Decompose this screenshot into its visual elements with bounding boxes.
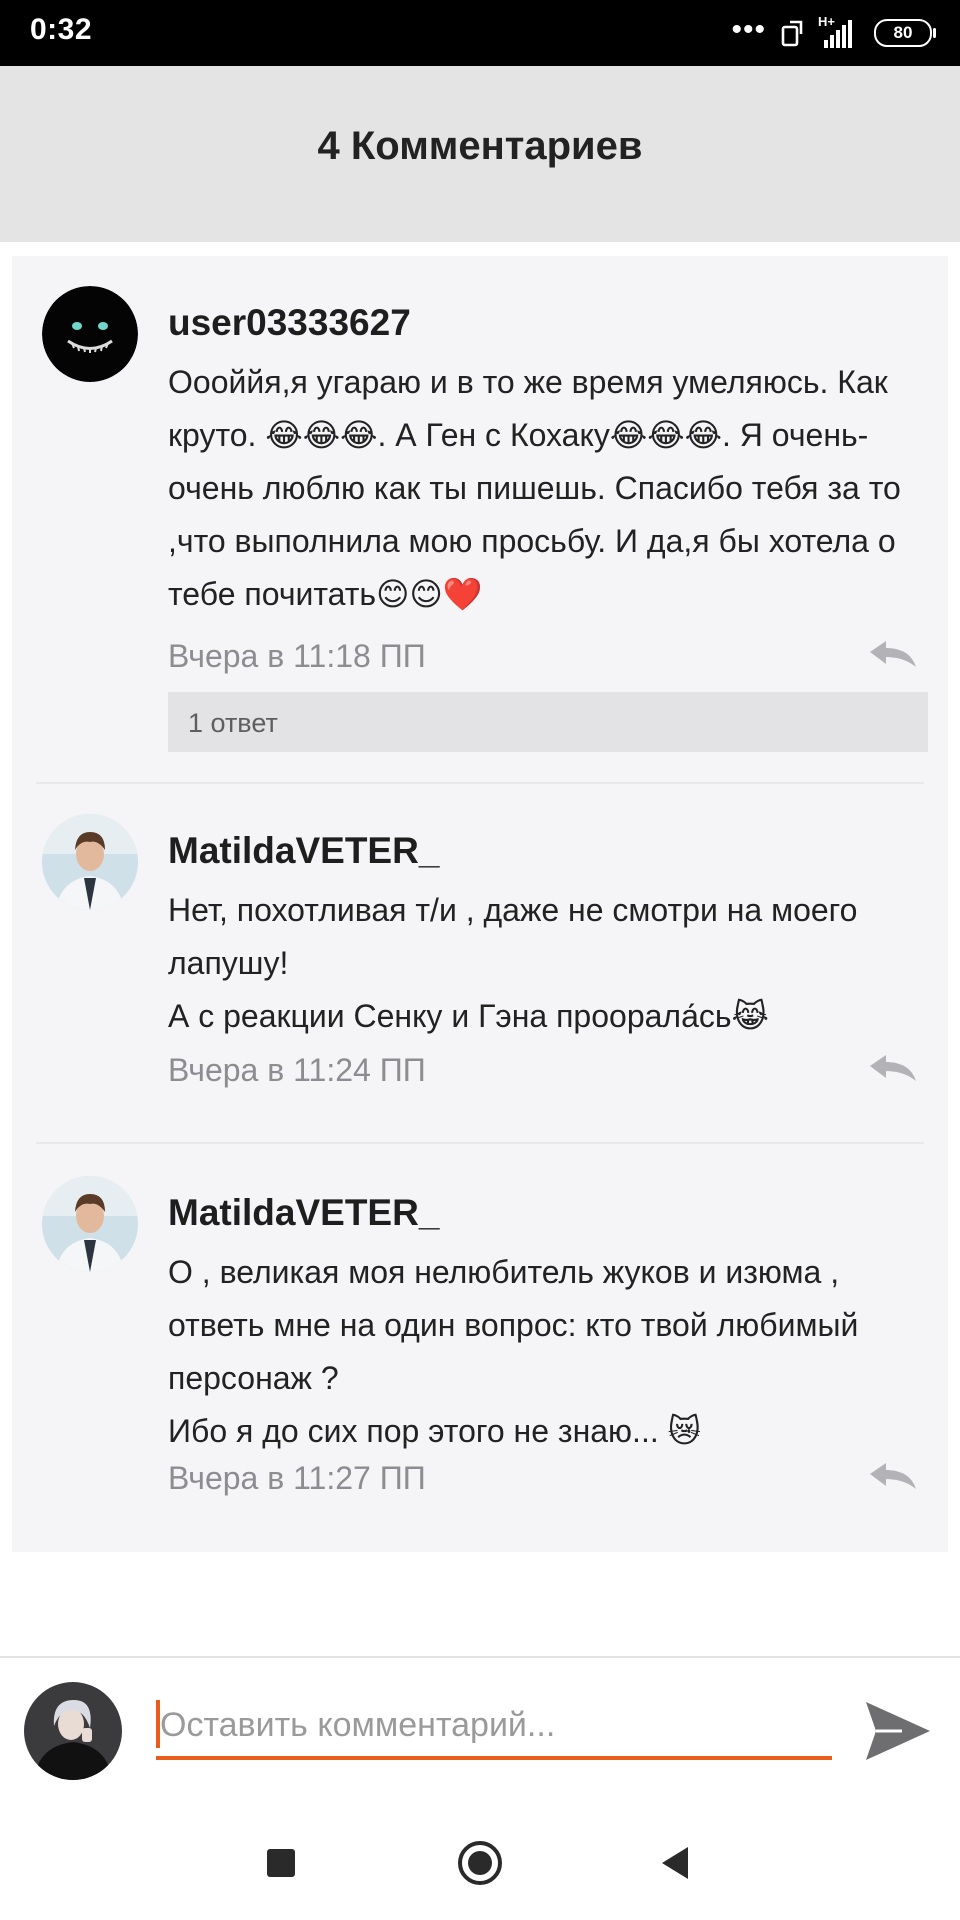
status-time: 0:32 — [30, 13, 93, 46]
user-avatar[interactable] — [24, 1682, 122, 1780]
comment-timestamp: Вчера в 11:18 ПП — [168, 638, 426, 674]
comment-username[interactable]: MatildaVETER_ — [168, 1192, 439, 1234]
cheshire-cat-avatar[interactable] — [42, 286, 138, 382]
reply-icon[interactable] — [866, 1460, 920, 1492]
comment-username[interactable]: MatildaVETER_ — [168, 830, 439, 872]
doctor-avatar[interactable] — [42, 1176, 138, 1272]
comment-text: О , великая моя нелюбитель жуков и изюма… — [168, 1254, 859, 1449]
comment-text: Оооййя,я угараю и в то же время умеляюсь… — [168, 364, 910, 612]
comment-input[interactable] — [156, 1694, 832, 1760]
send-icon[interactable] — [862, 1698, 934, 1764]
comment-item: user03333627 Оооййя,я угараю и в то же в… — [12, 256, 948, 784]
text-cursor — [156, 1700, 160, 1748]
network-type: H+ — [818, 14, 835, 29]
comment-timestamp: Вчера в 11:24 ПП — [168, 1052, 426, 1088]
replies-toggle[interactable]: 1 ответ — [168, 692, 928, 752]
screen-rotate-icon — [781, 20, 803, 47]
reply-icon[interactable] — [866, 1052, 920, 1084]
battery-icon: 80 — [874, 19, 936, 47]
signal-icon: H+ — [818, 14, 860, 48]
replies-count: 1 ответ — [188, 708, 278, 738]
page-title: 4 Комментариев — [317, 124, 643, 168]
recents-square-icon[interactable] — [248, 1830, 314, 1896]
comment-username[interactable]: user03333627 — [168, 302, 411, 344]
system-nav-bar — [0, 1806, 960, 1920]
comment-composer — [0, 1656, 960, 1808]
status-icons: ••• H+ 80 — [731, 13, 936, 52]
home-circle-icon[interactable] — [447, 1830, 513, 1896]
comment-text: Нет, похотливая т/и , даже не смотри на … — [168, 892, 858, 1034]
comment-item: MatildaVETER_ О , великая моя нелюбитель… — [12, 1144, 948, 1552]
comments-panel: user03333627 Оооййя,я угараю и в то же в… — [12, 256, 948, 1552]
doctor-avatar[interactable] — [42, 814, 138, 910]
status-bar: 0:32 ••• H+ 80 — [0, 0, 960, 66]
header: 4 Комментариев — [0, 66, 960, 242]
reply-icon[interactable] — [866, 638, 920, 670]
comment-timestamp: Вчера в 11:27 ПП — [168, 1460, 426, 1496]
battery-level: 80 — [893, 23, 913, 42]
more-dots-icon: ••• — [731, 13, 766, 46]
back-triangle-icon[interactable] — [642, 1830, 708, 1896]
comment-item: MatildaVETER_ Нет, похотливая т/и , даже… — [12, 784, 948, 1144]
